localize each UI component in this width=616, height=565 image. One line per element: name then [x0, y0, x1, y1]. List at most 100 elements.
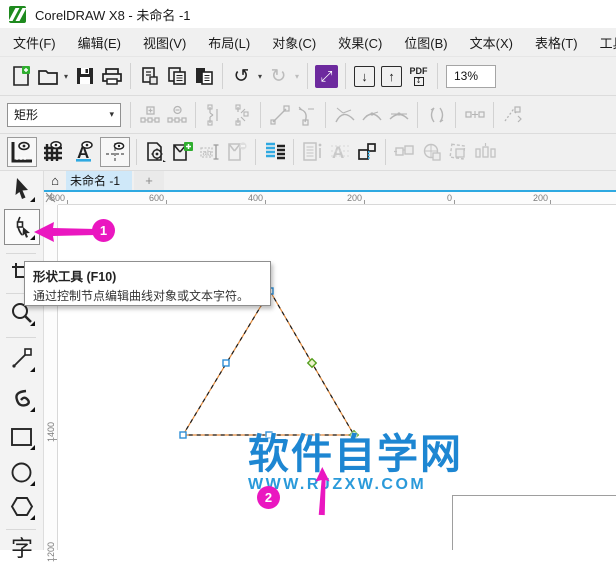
menu-layout[interactable]: 布局(L) [197, 28, 261, 57]
hruler-label: 200 [533, 193, 550, 203]
extend-curve-icon [461, 101, 488, 128]
undo-flyout-caret[interactable]: ▾ [255, 72, 265, 81]
app-launcher-icon[interactable] [313, 63, 340, 90]
hruler-label: 200 [347, 193, 364, 203]
page-options-icon[interactable] [142, 139, 169, 166]
menu-edit[interactable]: 编辑(E) [67, 28, 132, 57]
align-objects-icon [391, 139, 418, 166]
dropdown-caret-icon: ▾ [109, 109, 114, 120]
menu-table[interactable]: 表格(T) [524, 28, 589, 57]
transform-objects-icon [445, 139, 472, 166]
node-right-mid[interactable] [308, 359, 316, 367]
menu-effects[interactable]: 效果(C) [327, 28, 393, 57]
menu-view[interactable]: 视图(V) [132, 28, 197, 57]
redo-icon: ↻ [265, 63, 292, 90]
rotate-objects-icon [418, 139, 445, 166]
paste-icon[interactable] [190, 63, 217, 90]
break-node-icon [228, 101, 255, 128]
document-properties-icon [299, 139, 326, 166]
drawing-canvas[interactable]: 软件自学网 WWW.RJZXW.COM 2 [58, 205, 616, 550]
ellipse-tool[interactable] [8, 459, 36, 487]
undo-icon[interactable]: ↺ [228, 63, 255, 90]
import-icon[interactable]: ↓ [351, 63, 378, 90]
delete-page-icon [223, 139, 250, 166]
convert-to-curve-icon [293, 101, 320, 128]
shape-tool[interactable] [8, 213, 36, 241]
hruler-label: 0 [447, 193, 454, 203]
view-toolbar: A ab A [0, 133, 616, 171]
menu-bar: 文件(F) 编辑(E) 视图(V) 布局(L) 对象(C) 效果(C) 位图(B… [0, 28, 616, 56]
toggle-grid-button[interactable] [38, 137, 68, 167]
preset-value: 矩形 [14, 106, 38, 123]
node-bottom-left[interactable] [180, 432, 186, 438]
menu-tools[interactable]: 工具(O) [589, 28, 616, 57]
object-properties-icon[interactable] [353, 139, 380, 166]
menu-object[interactable]: 对象(C) [261, 28, 327, 57]
symmetrical-node-icon [385, 101, 412, 128]
callout-arrow-2-icon [313, 467, 337, 525]
export-icon[interactable]: ↑ [378, 63, 405, 90]
toggle-text-frames-button[interactable]: A [69, 137, 99, 167]
menu-bitmaps[interactable]: 位图(B) [393, 28, 458, 57]
workspace: 字 ⌂ 未命名 -1 + 800 600 400 200 0 200 1400 … [0, 171, 616, 550]
save-icon[interactable] [71, 63, 98, 90]
freehand-tool[interactable] [8, 345, 36, 373]
svg-text:ab: ab [202, 149, 211, 158]
dynamic-guides-icon[interactable] [261, 139, 288, 166]
new-document-icon[interactable] [7, 63, 34, 90]
text-tool[interactable]: 字 [8, 535, 36, 563]
smooth-node-icon [358, 101, 385, 128]
hruler-label: 400 [248, 193, 265, 203]
vruler-label: 1400 [46, 419, 56, 445]
copy-icon[interactable] [163, 63, 190, 90]
print-icon[interactable] [98, 63, 125, 90]
callout-badge-2: 2 [257, 486, 280, 509]
polygon-tool[interactable] [8, 493, 36, 521]
join-nodes-icon [201, 101, 228, 128]
cut-icon[interactable] [136, 63, 163, 90]
hruler-label: 800 [50, 193, 67, 203]
menu-file[interactable]: 文件(F) [2, 28, 67, 57]
publish-pdf-icon[interactable]: PDF↧ [405, 63, 432, 90]
tooltip-title: 形状工具 (F10) [33, 266, 262, 285]
vruler-label: 1200 [46, 539, 56, 565]
property-bar: 矩形 ▾ [0, 95, 616, 133]
insert-page-icon[interactable] [169, 139, 196, 166]
standard-toolbar: ▾ ↺ ▾ ↻ ▾ ↓ ↑ PDF↧ 13% [0, 56, 616, 95]
cusp-node-icon [331, 101, 358, 128]
triangle-shape[interactable] [58, 205, 616, 550]
node-start[interactable] [350, 431, 358, 439]
distribute-objects-icon [472, 139, 499, 166]
new-tab-button[interactable]: + [134, 171, 164, 190]
toggle-guidelines-button[interactable] [100, 137, 130, 167]
rectangle-tool[interactable] [8, 423, 36, 451]
open-flyout-caret[interactable]: ▾ [61, 72, 71, 81]
preset-dropdown[interactable]: 矩形 ▾ [7, 103, 121, 127]
toggle-rulers-button[interactable] [7, 137, 37, 167]
convert-to-line-icon [266, 101, 293, 128]
node-bottom-mid[interactable] [266, 432, 272, 438]
shape-tool-tooltip: 形状工具 (F10) 通过控制节点编辑曲线对象或文本字符。 [24, 261, 271, 306]
open-document-icon[interactable] [34, 63, 61, 90]
svg-text:A: A [332, 143, 344, 162]
reverse-direction-icon [423, 101, 450, 128]
horizontal-ruler[interactable]: 800 600 400 200 0 200 [58, 192, 616, 205]
delete-node-icon [163, 101, 190, 128]
redo-flyout-caret: ▾ [292, 72, 302, 81]
zoom-level-input[interactable]: 13% [446, 65, 496, 88]
rename-page-icon: ab [196, 139, 223, 166]
callout-badge-1: 1 [92, 219, 115, 242]
tooltip-body: 通过控制节点编辑曲线对象或文本字符。 [33, 287, 262, 304]
add-node-icon [136, 101, 163, 128]
title-bar: CorelDRAW X8 - 未命名 -1 [0, 0, 616, 28]
node-left-mid[interactable] [223, 360, 229, 366]
home-icon[interactable]: ⌂ [44, 171, 66, 190]
vertical-ruler[interactable]: 1400 1200 [44, 205, 58, 550]
pick-tool[interactable] [8, 175, 36, 203]
menu-text[interactable]: 文本(X) [459, 28, 524, 57]
artistic-media-tool[interactable] [8, 385, 36, 413]
document-tab[interactable]: 未命名 -1 [66, 171, 132, 190]
hruler-label: 600 [149, 193, 166, 203]
extract-subpath-icon [499, 101, 526, 128]
document-tab-bar: ⌂ 未命名 -1 + [44, 171, 616, 190]
